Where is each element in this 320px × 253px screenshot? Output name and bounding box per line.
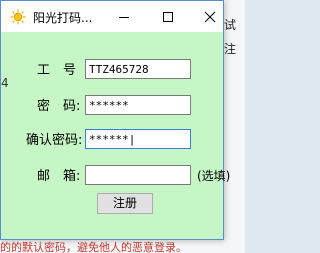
employee-id-input[interactable] <box>85 59 191 79</box>
background-text-fragment: 4 <box>1 76 9 90</box>
form-panel: 工 号 密 码: 确认密码: 邮 箱: (选填) 注册 <box>1 32 230 239</box>
email-optional-hint: (选填) <box>197 169 231 183</box>
background-text-fragment: 注 <box>224 42 237 56</box>
window-title: 阳光打码... <box>33 11 93 25</box>
title-bar[interactable]: 阳光打码... <box>1 1 223 32</box>
background-footer: 的的默认密码，避免他人的恶意登录。 <box>0 239 245 253</box>
minimize-icon <box>119 16 129 18</box>
password-input[interactable] <box>85 95 191 115</box>
sun-icon <box>10 9 26 25</box>
maximize-icon <box>163 11 173 22</box>
confirm-password-input[interactable] <box>85 129 191 149</box>
background-text-fragment: 试 <box>224 18 237 32</box>
maximize-button[interactable] <box>153 1 183 32</box>
register-dialog: 阳光打码... 工 号 密 码: 确认密码: 邮 箱: (选填) 注册 <box>0 0 230 240</box>
email-label: 邮 箱: <box>37 169 81 184</box>
close-icon <box>204 11 216 22</box>
background-window: 试 注 <box>224 0 245 253</box>
password-label: 密 码: <box>37 99 81 114</box>
register-button[interactable]: 注册 <box>97 193 153 214</box>
confirm-password-label: 确认密码: <box>26 133 83 148</box>
email-input[interactable] <box>85 165 191 185</box>
background-footer-text: 的的默认密码，避免他人的恶意登录。 <box>0 241 187 253</box>
close-button[interactable] <box>195 1 225 32</box>
minimize-button[interactable] <box>109 1 139 32</box>
employee-id-label: 工 号 <box>37 63 77 78</box>
